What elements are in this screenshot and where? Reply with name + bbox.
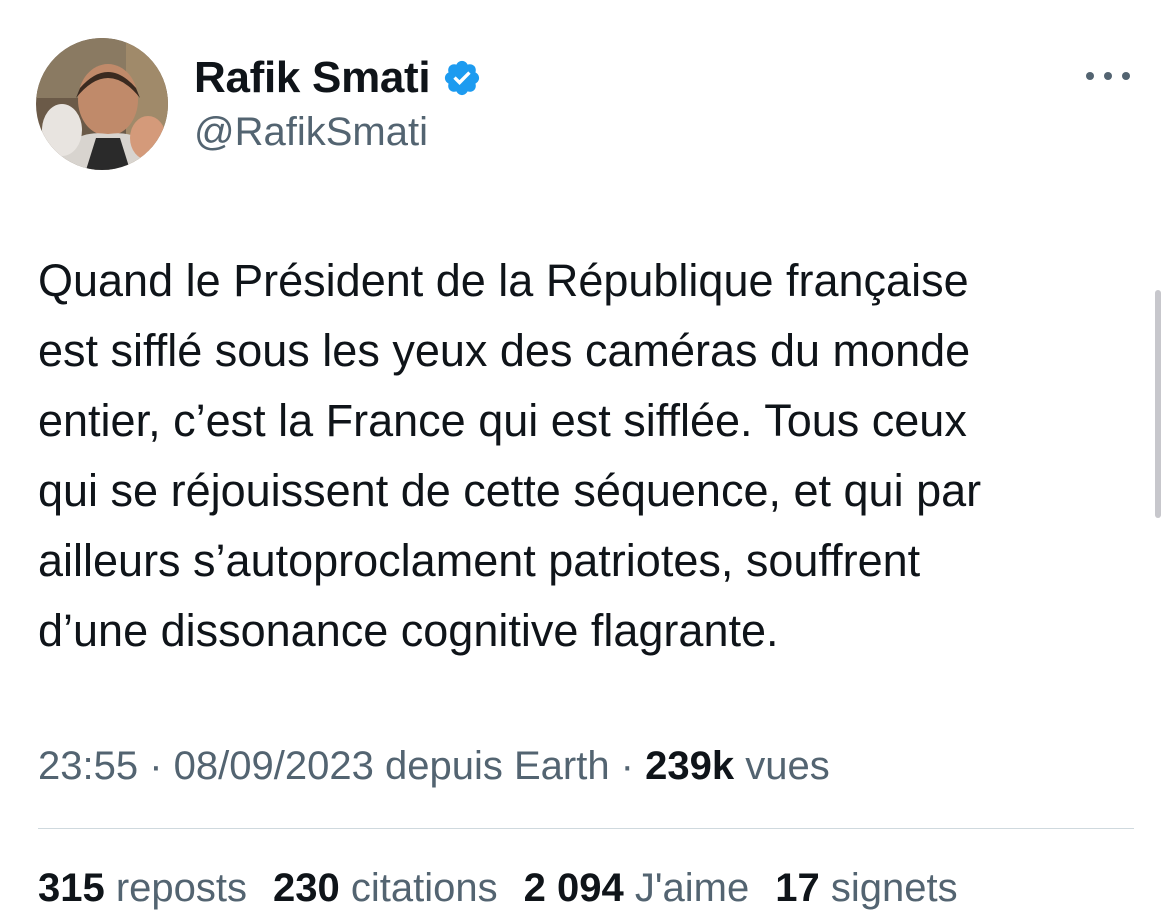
tweet-text-line: qui se réjouissent de cette séquence, et… xyxy=(38,465,982,516)
meta-separator: · xyxy=(609,744,646,788)
meta-separator: · xyxy=(138,744,174,788)
quotes-label: citations xyxy=(339,866,498,910)
more-dot xyxy=(1104,72,1112,80)
quotes-count: 230 xyxy=(273,866,340,910)
likes-count: 2 094 xyxy=(523,866,624,910)
bookmarks-count: 17 xyxy=(775,866,820,910)
reposts-label: reposts xyxy=(104,866,248,910)
author-display-name[interactable]: Rafik Smati xyxy=(194,56,431,100)
tweet-date[interactable]: 08/09/2023 xyxy=(174,744,374,788)
bookmarks-label: signets xyxy=(819,866,958,910)
quotes-stat[interactable]: 230 citations xyxy=(273,860,498,916)
tweet-metadata: 23:55 · 08/09/2023 depuis Earth · 239k v… xyxy=(38,738,830,794)
tweet-text-line: Quand le Président de la République fran… xyxy=(38,255,969,306)
author-name-row[interactable]: Rafik Smati xyxy=(194,50,482,106)
more-options-icon[interactable] xyxy=(1086,66,1130,86)
scrollbar[interactable] xyxy=(1155,290,1161,518)
divider xyxy=(38,828,1134,829)
reposts-stat[interactable]: 315 reposts xyxy=(38,860,247,916)
reposts-count: 315 xyxy=(38,866,105,910)
more-dot xyxy=(1086,72,1094,80)
tweet-text-line: d’une dissonance cognitive flagrante. xyxy=(38,605,779,656)
likes-label: J'aime xyxy=(623,866,750,910)
tweet-text-line: ailleurs s’autoproclament patriotes, sou… xyxy=(38,535,921,586)
author-handle[interactable]: @RafikSmati xyxy=(194,106,428,158)
tweet-time[interactable]: 23:55 xyxy=(38,744,138,788)
views-count: 239k xyxy=(645,744,735,788)
tweet-text-line: entier, c’est la France qui est sifflée.… xyxy=(38,395,967,446)
avatar[interactable] xyxy=(36,38,168,170)
more-dot xyxy=(1122,72,1130,80)
bookmarks-stat[interactable]: 17 signets xyxy=(775,860,957,916)
views-label: vues xyxy=(734,744,830,788)
tweet-text: Quand le Président de la République fran… xyxy=(38,246,1128,666)
likes-stat[interactable]: 2 094 J'aime xyxy=(524,860,750,916)
verified-badge-icon[interactable] xyxy=(442,58,482,98)
tweet-text-line: est sifflé sous les yeux des caméras du … xyxy=(38,325,971,376)
tweet-source: depuis Earth xyxy=(373,744,610,788)
engagement-stats: 315 reposts 230 citations 2 094 J'aime 1… xyxy=(38,860,958,916)
